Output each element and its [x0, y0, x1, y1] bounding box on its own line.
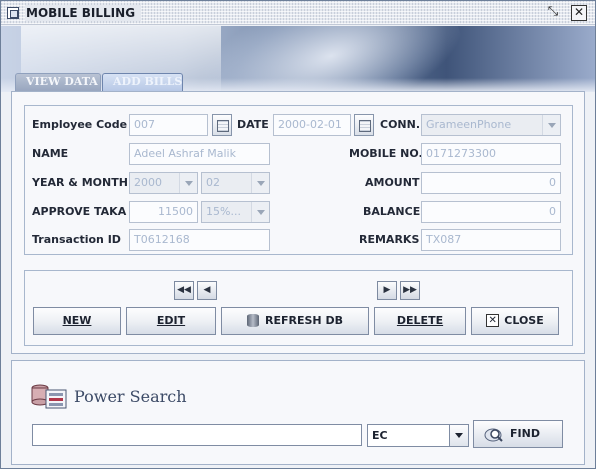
remarks-label: REMARKS	[359, 233, 420, 246]
find-button[interactable]: FIND	[473, 420, 563, 448]
date-label: DATE	[237, 118, 269, 131]
delete-button-label: DELETE	[396, 314, 444, 327]
month-value: 02	[206, 176, 220, 189]
amount-field[interactable]: 0	[421, 172, 561, 194]
mobile-billing-window: MOBILE BILLING ⤡ ✕ VIEW DATA ADD BILLS E…	[0, 0, 596, 469]
window-title: MOBILE BILLING	[25, 5, 142, 21]
mobile-no-field[interactable]: 0171273300	[421, 143, 561, 165]
new-button-label: NEW	[62, 314, 92, 327]
percent-select[interactable]: 15%...	[201, 201, 270, 223]
bill-fields-group: Employee Code 007 DATE 2000-02-01 CONN. …	[24, 105, 573, 255]
remarks-field[interactable]: TX087	[421, 229, 561, 251]
window-icon	[7, 7, 19, 19]
name-label: NAME	[32, 147, 69, 160]
search-field-select[interactable]: EC	[367, 424, 469, 447]
amount-label: AMOUNT	[365, 176, 420, 189]
month-select[interactable]: 02	[201, 172, 270, 194]
chevron-down-icon[interactable]	[251, 202, 269, 222]
calendar-icon[interactable]	[354, 114, 374, 136]
chevron-down-icon[interactable]	[251, 173, 269, 193]
refresh-db-button-label: REFRESH DB	[265, 314, 343, 327]
close-button[interactable]: ✕ CLOSE	[471, 307, 559, 335]
last-record-button[interactable]: ▶▶	[400, 281, 420, 300]
tab-view-data[interactable]: VIEW DATA	[15, 73, 101, 91]
employee-code-label: Employee Code	[32, 118, 128, 131]
search-input[interactable]	[32, 424, 362, 446]
percent-value: 15%...	[206, 205, 241, 218]
edit-button-label: EDIT	[156, 314, 186, 327]
close-icon: ✕	[486, 313, 500, 327]
name-field[interactable]: Adeel Ashraf Malik	[129, 143, 270, 165]
year-value: 2000	[134, 176, 162, 189]
mobile-no-label: MOBILE NO.	[349, 147, 423, 160]
tab-add-bills[interactable]: ADD BILLS	[102, 73, 183, 91]
edit-button[interactable]: EDIT	[126, 307, 216, 335]
close-button-label: CLOSE	[504, 314, 544, 327]
chevron-down-icon[interactable]	[449, 425, 468, 446]
search-icon	[484, 428, 503, 442]
add-bills-panel: Employee Code 007 DATE 2000-02-01 CONN. …	[11, 91, 585, 354]
new-button[interactable]: NEW	[33, 307, 121, 335]
maximize-icon[interactable]: ⤡	[545, 5, 561, 21]
find-button-label: FIND	[510, 427, 540, 440]
transaction-id-label: Transaction ID	[32, 233, 121, 246]
prev-record-button[interactable]: ◀	[197, 281, 217, 300]
power-search-panel: Power Search EC FIND	[11, 360, 585, 465]
conn-label: CONN.	[380, 118, 421, 131]
transaction-id-field[interactable]: T0612168	[129, 229, 270, 251]
close-window-icon[interactable]: ✕	[571, 5, 587, 21]
title-bar[interactable]: MOBILE BILLING ⤡ ✕	[1, 1, 595, 25]
date-field[interactable]: 2000-02-01	[273, 114, 351, 136]
delete-button[interactable]: DELETE	[374, 307, 466, 335]
refresh-db-button[interactable]: REFRESH DB	[221, 307, 369, 335]
year-select[interactable]: 2000	[129, 172, 198, 194]
power-search-icon	[31, 384, 67, 409]
database-icon	[247, 313, 260, 327]
employee-lookup-icon[interactable]	[212, 114, 232, 136]
search-field-value: EC	[372, 429, 388, 442]
approve-taka-label: APPROVE TAKA	[32, 205, 127, 218]
balance-label: BALANCE	[363, 205, 421, 218]
chevron-down-icon[interactable]	[179, 173, 197, 193]
approve-taka-field[interactable]: 11500	[129, 201, 198, 223]
actions-group: ◀◀ ◀ ▶ ▶▶ NEW EDIT REFRESH DB DELETE ✕ CL…	[24, 270, 573, 346]
employee-code-field[interactable]: 007	[129, 114, 208, 136]
chevron-down-icon[interactable]	[542, 115, 560, 135]
conn-select[interactable]: GrameenPhone	[421, 114, 561, 136]
year-month-label: YEAR & MONTH	[32, 176, 128, 189]
first-record-button[interactable]: ◀◀	[174, 281, 194, 300]
balance-field[interactable]: 0	[421, 201, 561, 223]
next-record-button[interactable]: ▶	[377, 281, 397, 300]
power-search-title: Power Search	[74, 387, 187, 406]
conn-value: GrameenPhone	[426, 118, 512, 131]
